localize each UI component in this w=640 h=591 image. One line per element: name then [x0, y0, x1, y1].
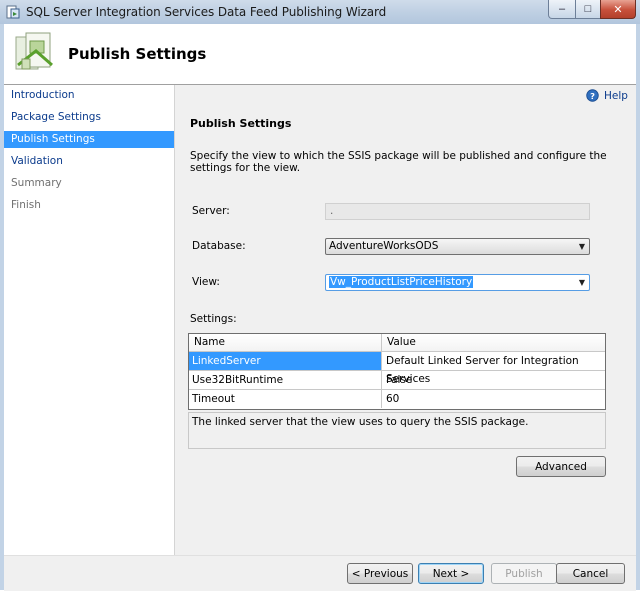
description-text: Specify the view to which the SSIS packa… — [190, 150, 607, 174]
publish-button: Publish — [491, 563, 557, 584]
table-row[interactable]: Use32BitRuntime False — [189, 371, 605, 390]
next-button[interactable]: Next > — [418, 563, 484, 584]
window-frame-right — [636, 24, 640, 590]
wizard-footer: < Previous Next > Publish Cancel — [4, 555, 636, 591]
nav-item-package-settings[interactable]: Package Settings — [4, 109, 174, 126]
server-field: . — [325, 203, 590, 220]
view-label: View: — [192, 276, 220, 288]
wizard-nav: Introduction Package Settings Publish Se… — [4, 85, 175, 590]
app-icon — [6, 5, 20, 19]
nav-item-introduction[interactable]: Introduction — [4, 87, 174, 104]
column-header-name[interactable]: Name — [189, 334, 382, 351]
chevron-down-icon: ▼ — [578, 278, 585, 287]
table-row[interactable]: Timeout 60 — [189, 390, 605, 409]
database-value: AdventureWorksODS — [329, 240, 439, 252]
wizard-header: Publish Settings — [4, 24, 636, 85]
svg-text:?: ? — [590, 91, 595, 101]
minimize-button[interactable]: – — [548, 0, 576, 19]
chevron-down-icon: ▼ — [578, 242, 585, 251]
title-bar[interactable]: SQL Server Integration Services Data Fee… — [0, 0, 640, 25]
help-icon: ? — [586, 89, 599, 102]
property-value[interactable]: Default Linked Server for Integration Se… — [382, 352, 605, 385]
database-label: Database: — [192, 240, 246, 252]
view-value: Vw_ProductListPriceHistory — [329, 276, 474, 288]
grid-header: Name Value — [189, 334, 605, 352]
cancel-button[interactable]: Cancel — [556, 563, 625, 584]
database-dropdown[interactable]: AdventureWorksODS ▼ — [325, 238, 590, 255]
advanced-button[interactable]: Advanced — [516, 456, 606, 477]
wizard-graphic-icon — [15, 32, 53, 70]
help-label: Help — [604, 89, 628, 102]
maximize-icon: □ — [584, 3, 592, 15]
minimize-icon: – — [558, 3, 566, 15]
view-dropdown[interactable]: Vw_ProductListPriceHistory ▼ — [325, 274, 590, 291]
nav-item-summary: Summary — [11, 177, 62, 189]
page-title: Publish Settings — [68, 45, 207, 63]
maximize-button[interactable]: □ — [575, 0, 601, 19]
property-description: The linked server that the view uses to … — [188, 412, 606, 449]
table-row[interactable]: LinkedServer Default Linked Server for I… — [189, 352, 605, 385]
property-name[interactable]: Use32BitRuntime — [189, 371, 382, 389]
property-name[interactable]: Timeout — [189, 390, 382, 408]
settings-grid: Name Value LinkedServer Default Linked S… — [188, 333, 606, 410]
section-title: Publish Settings — [190, 117, 292, 130]
property-name[interactable]: LinkedServer — [189, 352, 382, 370]
nav-item-publish-settings[interactable]: Publish Settings — [4, 131, 174, 148]
main-panel: ? Help Publish Settings Specify the view… — [175, 85, 636, 555]
close-icon: ✕ — [613, 3, 623, 16]
nav-item-validation[interactable]: Validation — [4, 153, 174, 170]
window-title: SQL Server Integration Services Data Fee… — [26, 5, 387, 19]
help-link[interactable]: ? Help — [586, 89, 628, 102]
property-value[interactable]: False — [382, 371, 605, 389]
server-label: Server: — [192, 205, 230, 217]
settings-label: Settings: — [190, 313, 237, 325]
column-header-value[interactable]: Value — [382, 334, 605, 351]
nav-item-finish: Finish — [11, 199, 41, 211]
property-value[interactable]: 60 — [382, 390, 605, 408]
close-button[interactable]: ✕ — [600, 0, 636, 19]
previous-button[interactable]: < Previous — [347, 563, 413, 584]
